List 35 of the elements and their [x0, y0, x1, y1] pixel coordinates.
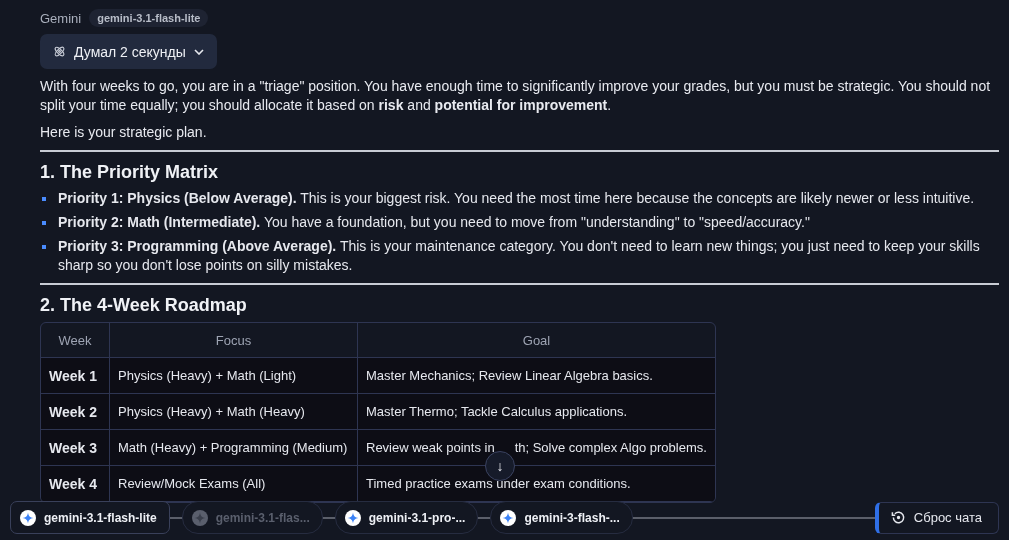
table-cell: Week 1 [41, 358, 110, 394]
thinking-toggle[interactable]: Думал 2 секунды [40, 34, 217, 69]
bullet-text: Priority 3: Programming (Above Average). This is your maintenance category. You don't need to learn new things; you just need to keep your skills sharp so you don't lose points on silly mistakes. [58, 238, 980, 273]
bullet-icon [42, 221, 46, 225]
sparkle-icon [500, 509, 517, 526]
table-cell: Review/Mock Exams (All) [110, 466, 358, 502]
chevron-down-icon [193, 48, 204, 55]
table-cell: Week 2 [41, 394, 110, 430]
paragraph: Here is your strategic plan. [40, 123, 208, 142]
section-heading: 1. The Priority Matrix [40, 162, 220, 183]
reset-chat-button[interactable]: Сброс чата [874, 501, 999, 534]
model-chip[interactable]: gemini-3.1-pro-... [334, 501, 479, 534]
paragraph: With four weeks to go, you are in a "triage" position. You have enough time to significantly improve your grades, but you must be strategic. You should not split your time equally; you should allocate it based on risk and potential for improvement. [40, 77, 992, 115]
bullet-icon [42, 197, 46, 201]
sparkle-icon [20, 509, 36, 526]
sender-name: Gemini [40, 10, 82, 26]
sparkle-icon [191, 509, 208, 526]
table-cell: Master Thermo; Tackle Calculus applications. [358, 394, 715, 430]
sparkle-icon [344, 509, 361, 526]
cell-text: th; Solve complex Algo problems. [514, 440, 707, 455]
bullet-icon [42, 245, 46, 249]
table-cell: Week 4 [41, 466, 110, 502]
history-icon [890, 510, 906, 525]
model-badge: gemini-3.1-flash-lite [89, 9, 209, 27]
atom-icon [53, 45, 66, 58]
model-chip[interactable]: gemini-3-flash-... [490, 501, 633, 534]
table-cell: Week 3 [41, 430, 110, 466]
bullet-text: Priority 2: Math (Intermediate). You have a foundation, but you need to move from "understanding" to "speed/accuracy." [58, 214, 810, 230]
table-cell: Master Mechanics; Review Linear Algebra basics. [358, 358, 715, 394]
bullet-text: Priority 1: Physics (Below Average). This is your biggest risk. You need the most time here because the concepts are likely newer or less intuitive. [58, 190, 975, 206]
table-cell: Physics (Heavy) + Math (Light) [110, 358, 358, 394]
section-heading: 2. The 4-Week Roadmap [40, 295, 248, 316]
table-cell: Physics (Heavy) + Math (Heavy) [110, 394, 358, 430]
table-cell: Math (Heavy) + Programming (Medium) [110, 430, 358, 466]
model-chip[interactable]: gemini-3.1-flash-lite [10, 501, 170, 534]
